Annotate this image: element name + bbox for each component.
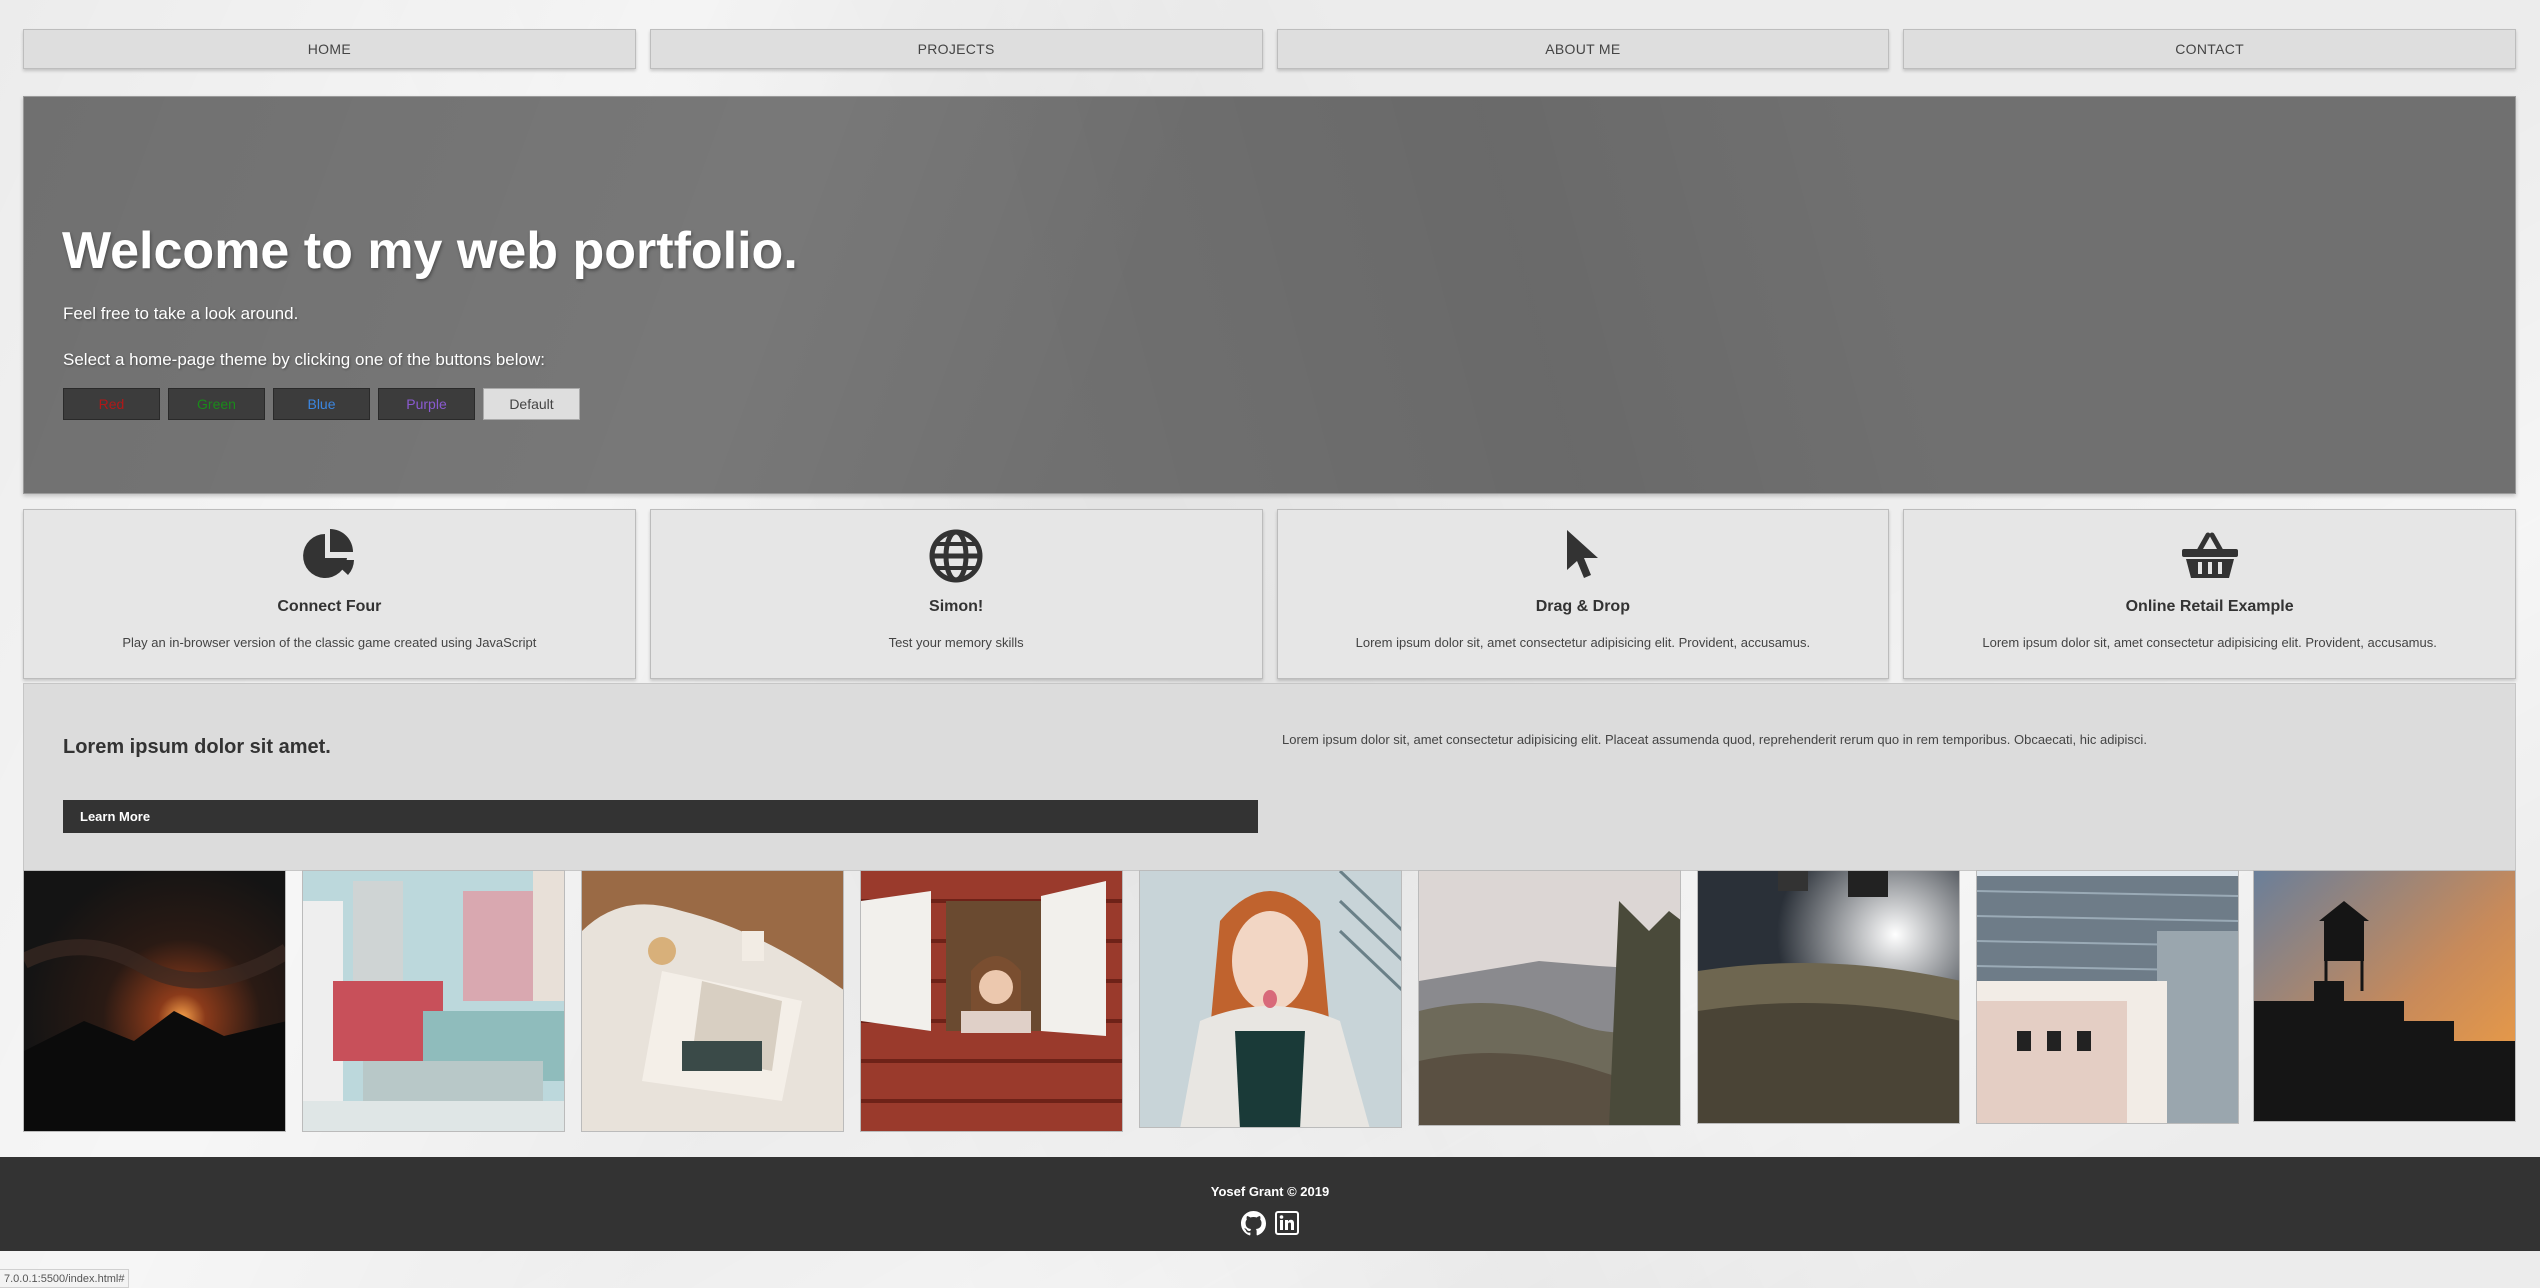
hero-title: Welcome to my web portfolio. bbox=[62, 222, 798, 280]
theme-blue-button[interactable]: Blue bbox=[273, 388, 370, 420]
card-description: Test your memory skills bbox=[888, 635, 1024, 650]
card-title: Online Retail Example bbox=[2125, 598, 2294, 615]
card-description: Lorem ipsum dolor sit, amet consectetur … bbox=[1355, 635, 1811, 650]
footer-social-links bbox=[0, 1210, 2540, 1236]
browser-status-url: 7.0.0.1:5500/index.html# bbox=[0, 1269, 130, 1288]
photo-gallery bbox=[23, 870, 2516, 1132]
theme-instructions: Select a home-page theme by clicking one… bbox=[63, 350, 545, 369]
card-description: Lorem ipsum dolor sit, amet consectetur … bbox=[1982, 635, 2437, 650]
hero-subtitle: Feel free to take a look around. bbox=[63, 304, 299, 323]
globe-icon bbox=[926, 528, 986, 584]
nav-projects[interactable]: PROJECTS bbox=[649, 29, 1263, 69]
theme-red-button[interactable]: Red bbox=[63, 388, 160, 420]
theme-default-button[interactable]: Default bbox=[483, 388, 580, 420]
water-tower-sunset-photo[interactable] bbox=[2253, 870, 2516, 1122]
pie-chart-icon bbox=[299, 528, 359, 584]
book-table-photo[interactable] bbox=[581, 870, 844, 1132]
top-nav: HOME PROJECTS ABOUT ME CONTACT bbox=[23, 29, 2516, 69]
shopping-basket-icon bbox=[2180, 528, 2240, 584]
project-cards: Connect Four Play an in-browser version … bbox=[23, 509, 2516, 679]
info-section: Lorem ipsum dolor sit amet. Learn More L… bbox=[23, 683, 2516, 871]
nav-about-me[interactable]: ABOUT ME bbox=[1276, 29, 1890, 69]
ground-closeup-photo[interactable] bbox=[1697, 870, 1960, 1124]
info-text: Lorem ipsum dolor sit, amet consectetur … bbox=[1282, 732, 2147, 747]
card-title: Simon! bbox=[929, 598, 984, 615]
theme-purple-button[interactable]: Purple bbox=[378, 388, 475, 420]
theme-buttons: Red Green Blue Purple Default bbox=[63, 388, 580, 420]
hero-banner: Welcome to my web portfolio. Feel free t… bbox=[23, 96, 2516, 494]
sunset-mountains-photo[interactable] bbox=[23, 870, 286, 1132]
info-title: Lorem ipsum dolor sit amet. bbox=[63, 736, 331, 758]
footer: Yosef Grant © 2019 bbox=[0, 1157, 2540, 1251]
mouse-pointer-icon bbox=[1553, 528, 1613, 584]
project-card-drag-drop[interactable]: Drag & Drop Lorem ipsum dolor sit, amet … bbox=[1276, 509, 1890, 679]
card-title: Drag & Drop bbox=[1535, 598, 1630, 615]
building-facade-photo[interactable] bbox=[1976, 870, 2239, 1124]
project-card-online-retail[interactable]: Online Retail Example Lorem ipsum dolor … bbox=[1903, 509, 2516, 679]
project-card-simon[interactable]: Simon! Test your memory skills bbox=[649, 509, 1263, 679]
girl-window-photo[interactable] bbox=[860, 870, 1123, 1132]
nav-contact[interactable]: CONTACT bbox=[1903, 29, 2516, 69]
footer-copyright: Yosef Grant © 2019 bbox=[1210, 1184, 1330, 1199]
city-buildings-photo[interactable] bbox=[302, 870, 565, 1132]
linkedin-icon[interactable] bbox=[1274, 1210, 1300, 1236]
github-icon[interactable] bbox=[1240, 1210, 1266, 1236]
nav-home[interactable]: HOME bbox=[23, 29, 636, 69]
mountain-valley-photo[interactable] bbox=[1418, 870, 1681, 1126]
card-title: Connect Four bbox=[277, 598, 382, 615]
theme-green-button[interactable]: Green bbox=[168, 388, 265, 420]
project-card-connect-four[interactable]: Connect Four Play an in-browser version … bbox=[23, 509, 636, 679]
woman-scarf-photo[interactable] bbox=[1139, 870, 1402, 1128]
learn-more-button[interactable]: Learn More bbox=[63, 800, 1258, 833]
card-description: Play an in-browser version of the classi… bbox=[122, 635, 537, 650]
